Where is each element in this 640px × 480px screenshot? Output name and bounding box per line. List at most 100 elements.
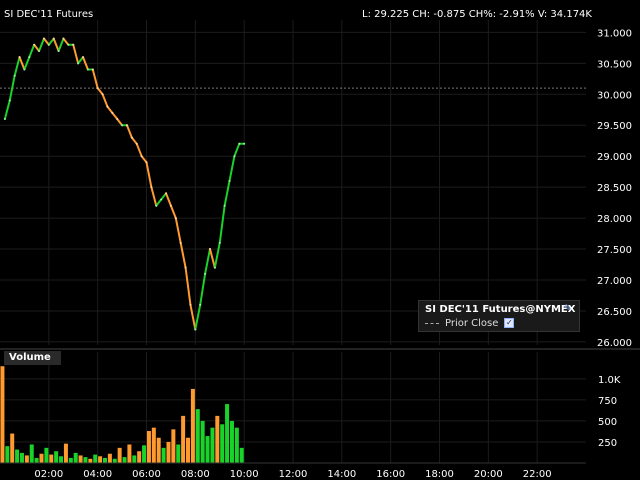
price-point	[238, 142, 241, 145]
time-x-axis: 02:00 04:00 06:00 08:00 10:00 12:00 14:00 16:00…	[0, 462, 586, 480]
volume-bar	[78, 455, 83, 463]
price-segment	[208, 248, 216, 269]
price-segment	[3, 99, 11, 121]
price-point	[160, 198, 163, 201]
price-point	[228, 179, 231, 182]
volume-bar	[142, 445, 147, 463]
price-point	[174, 217, 177, 220]
volume-bar	[190, 388, 195, 463]
time-tick-label: 14:00	[327, 469, 356, 480]
volume-bar	[10, 433, 15, 463]
time-tick-label: 18:00	[425, 469, 454, 480]
volume-bar	[176, 444, 181, 463]
volume-bar	[39, 453, 44, 463]
prior-close-checkbox[interactable]: ✓	[504, 318, 515, 328]
price-point	[28, 56, 31, 59]
settings-icon[interactable]: ✎	[564, 304, 572, 314]
price-point	[125, 124, 128, 127]
price-segment	[62, 37, 70, 46]
price-point	[67, 43, 70, 46]
volume-bar	[146, 431, 151, 463]
quote-bar: L: 29.225 CH: -0.875 CH%: -2.91% V: 34.1…	[362, 9, 592, 20]
price-tick-label: 27.500	[597, 245, 632, 256]
price-segment	[223, 179, 231, 207]
time-tick-label: 12:00	[279, 469, 308, 480]
price-segment	[47, 37, 55, 46]
price-point	[213, 266, 216, 269]
price-point	[243, 142, 246, 145]
volume-bar	[54, 451, 59, 463]
price-point	[42, 37, 45, 40]
volume-series	[0, 366, 244, 463]
volume-bar	[195, 409, 200, 463]
price-segment	[38, 37, 45, 52]
price-segment	[96, 87, 104, 96]
price-segment	[116, 118, 124, 127]
volume-bar	[44, 447, 49, 463]
price-point	[82, 56, 85, 59]
volume-bar	[5, 446, 10, 463]
volume-y-axis: 1.0K 750 500 250	[598, 375, 621, 449]
price-segment	[174, 217, 182, 244]
volume-bar	[225, 404, 230, 463]
price-point	[150, 186, 153, 189]
volume-bar	[127, 444, 132, 463]
price-point	[3, 118, 6, 121]
price-segment	[77, 56, 85, 65]
price-tick-label: 31.000	[597, 28, 632, 39]
price-point	[111, 111, 114, 114]
price-point	[130, 136, 133, 139]
price-point	[8, 99, 11, 102]
price-segment	[179, 241, 187, 269]
price-point	[169, 204, 172, 207]
price-point	[91, 68, 94, 71]
volume-bar	[63, 443, 68, 463]
price-segment	[199, 272, 207, 306]
price-segment	[130, 136, 138, 145]
price-point	[121, 124, 124, 127]
price-segment	[145, 161, 153, 189]
legend-panel: SI DEC'11 Futures@NYMEX ✎ Prior Close ✓	[418, 300, 580, 332]
price-point	[13, 74, 16, 77]
price-point	[106, 105, 109, 108]
price-point	[140, 155, 143, 158]
price-point	[52, 37, 55, 40]
price-segment	[194, 303, 202, 331]
price-segment	[52, 37, 60, 52]
price-segment	[28, 43, 36, 59]
volume-bar	[93, 454, 98, 463]
volume-bar	[29, 444, 34, 463]
volume-tick-label: 250	[598, 438, 617, 449]
volume-tick-label: 1.0K	[598, 375, 621, 386]
price-series	[3, 37, 246, 331]
price-point	[96, 87, 99, 90]
volume-bar	[15, 449, 20, 463]
price-segment	[233, 142, 241, 158]
volume-bar	[220, 424, 225, 463]
legend-prior-close: Prior Close ✓	[425, 318, 515, 329]
volume-bar	[83, 457, 88, 463]
price-segment	[150, 186, 158, 207]
price-point	[47, 43, 50, 46]
price-tick-label: 26.500	[597, 307, 632, 318]
price-point	[101, 93, 104, 96]
price-point	[204, 272, 207, 275]
dash-line-icon	[425, 322, 439, 324]
price-segment	[160, 192, 168, 201]
price-point	[116, 118, 119, 121]
volume-bar	[239, 447, 244, 463]
time-tick-label: 04:00	[83, 469, 112, 480]
time-tick-label: 08:00	[181, 469, 210, 480]
price-segment	[140, 155, 148, 164]
volume-bar	[156, 437, 161, 463]
price-segment	[165, 192, 172, 207]
price-point	[223, 204, 226, 207]
volume-bar	[98, 456, 103, 463]
price-point	[184, 266, 187, 269]
price-segment	[155, 198, 163, 207]
price-point	[77, 62, 80, 65]
volume-bar	[59, 456, 64, 463]
price-tick-label: 26.000	[597, 338, 632, 349]
price-segment	[135, 142, 143, 158]
volume-bar	[34, 457, 39, 463]
